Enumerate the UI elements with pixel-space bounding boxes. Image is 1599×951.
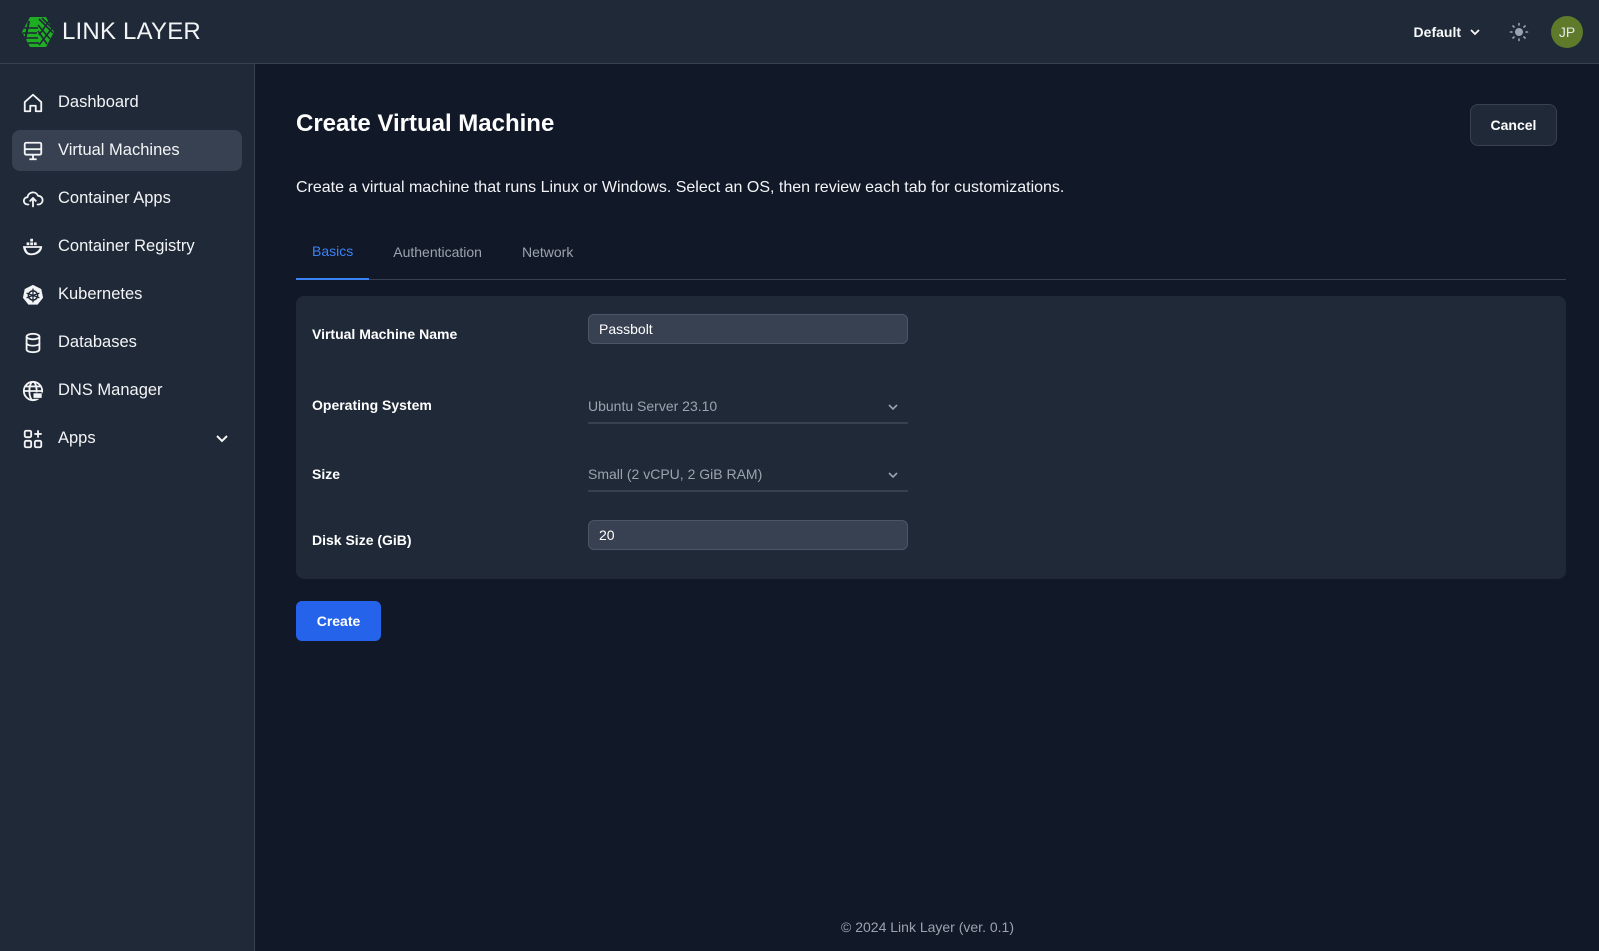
sidebar-item-label: DNS Manager (58, 381, 163, 399)
chevron-down-icon (1470, 28, 1480, 35)
os-select[interactable]: Ubuntu Server 23.10 (588, 390, 908, 424)
sun-icon[interactable] (1509, 22, 1529, 42)
sidebar-item-virtual-machines[interactable]: Virtual Machines (12, 130, 242, 171)
sidebar-item-label: Container Apps (58, 189, 171, 207)
link-layer-logo-icon (22, 16, 55, 47)
disk-size-label: Disk Size (GiB) (312, 532, 412, 548)
sidebar-item-label: Kubernetes (58, 285, 143, 303)
disk-size-input[interactable] (588, 520, 908, 550)
sidebar-item-label: Container Registry (58, 237, 195, 255)
main-content: Create Virtual Machine Cancel Create a v… (256, 64, 1599, 951)
tab-network[interactable]: Network (506, 224, 589, 280)
footer-copyright: © 2024 Link Layer (ver. 0.1) (841, 919, 1014, 935)
sidebar-item-label: Databases (58, 333, 137, 351)
docker-icon (22, 238, 43, 255)
tab-authentication[interactable]: Authentication (377, 224, 498, 280)
project-selector-label: Default (1413, 23, 1461, 40)
sidebar-item-label: Virtual Machines (58, 141, 180, 159)
sidebar-item-container-registry[interactable]: Container Registry (12, 226, 242, 267)
sidebar: Dashboard Virtual Machines Container App… (0, 64, 255, 951)
brand-name: LINK LAYER (62, 17, 201, 45)
avatar-initials: JP (1558, 23, 1576, 40)
cancel-button[interactable]: Cancel (1470, 104, 1557, 146)
kubernetes-icon (22, 284, 44, 305)
sidebar-item-dashboard[interactable]: Dashboard (12, 82, 242, 123)
monitor-icon (23, 141, 43, 160)
sidebar-item-container-apps[interactable]: Container Apps (12, 178, 242, 219)
database-icon (25, 332, 41, 353)
tab-bar: Basics Authentication Network (296, 224, 1566, 280)
os-label: Operating System (312, 397, 432, 413)
home-icon (23, 93, 43, 112)
sidebar-item-label: Dashboard (58, 93, 139, 111)
size-label: Size (312, 466, 341, 482)
size-select-value: Small (2 vCPU, 2 GiB RAM) (588, 466, 763, 482)
size-select[interactable]: Small (2 vCPU, 2 GiB RAM) (588, 458, 908, 492)
brand[interactable]: LINK LAYER (20, 15, 201, 49)
chevron-down-icon[interactable] (214, 430, 230, 446)
vm-name-label: Virtual Machine Name (312, 326, 458, 342)
cloud-upload-icon (22, 191, 44, 207)
top-bar: LINK LAYER Default JP (0, 0, 1599, 64)
apps-grid-icon (23, 429, 43, 448)
sidebar-item-databases[interactable]: Databases (12, 322, 242, 363)
page-title: Create Virtual Machine (296, 110, 555, 137)
page-description: Create a virtual machine that runs Linux… (296, 179, 1065, 196)
tab-basics[interactable]: Basics (296, 224, 370, 280)
create-button[interactable]: Create (296, 601, 381, 641)
sidebar-item-label: Apps (58, 429, 96, 447)
vm-form-panel: Virtual Machine Name Operating System Ub… (296, 296, 1566, 579)
os-select-value: Ubuntu Server 23.10 (588, 398, 718, 414)
chevron-down-icon (888, 404, 898, 411)
chevron-down-icon (888, 472, 898, 479)
vm-name-input[interactable] (588, 314, 908, 344)
project-selector[interactable]: Default (1414, 24, 1481, 40)
sidebar-item-kubernetes[interactable]: Kubernetes (12, 274, 242, 315)
globe-icon (22, 380, 44, 401)
sidebar-item-dns-manager[interactable]: DNS Manager (12, 370, 242, 411)
avatar[interactable]: JP (1551, 15, 1583, 48)
sidebar-item-apps[interactable]: Apps (12, 418, 242, 459)
